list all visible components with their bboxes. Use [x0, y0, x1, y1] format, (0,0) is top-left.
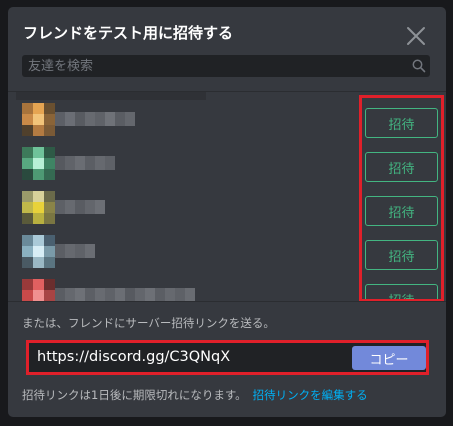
avatar-pixel — [44, 202, 55, 213]
friend-list[interactable]: 招待 招待 招待 招待 招待 — [8, 91, 446, 301]
avatar-pixel — [44, 147, 55, 158]
avatar-pixel — [44, 279, 55, 290]
avatar-pixel — [33, 169, 44, 180]
avatar-pixel — [22, 191, 33, 202]
divider — [8, 301, 446, 302]
avatar-pixel — [33, 246, 44, 257]
avatar-pixel — [33, 290, 44, 301]
avatar-pixel — [33, 114, 44, 125]
avatar-pixel — [22, 158, 33, 169]
avatar-pixel — [33, 235, 44, 246]
avatar-pixel — [33, 147, 44, 158]
avatar-pixel — [44, 235, 55, 246]
avatar-pixel — [33, 213, 44, 224]
close-icon[interactable] — [405, 25, 427, 47]
avatar-pixel — [44, 103, 55, 114]
avatar-pixel — [33, 202, 44, 213]
avatar-pixel — [44, 114, 55, 125]
friend-name-blurred — [55, 244, 95, 258]
avatar-pixel — [22, 114, 33, 125]
avatar-pixel — [44, 246, 55, 257]
invite-button[interactable]: 招待 — [365, 152, 438, 182]
avatar-pixel — [33, 279, 44, 290]
avatar-pixel — [44, 169, 55, 180]
avatar-pixel — [22, 103, 33, 114]
avatar-pixel — [33, 125, 44, 136]
avatar-pixel — [44, 158, 55, 169]
friend-name-blurred — [55, 288, 195, 301]
avatar-pixel — [22, 246, 33, 257]
invite-button[interactable]: 招待 — [365, 240, 438, 270]
expiry-text: 招待リンクは1日後に期限切れになります。 — [22, 388, 247, 402]
avatar — [22, 235, 55, 268]
invite-link-caption: または、フレンドにサーバー招待リンクを送る。 — [22, 316, 275, 330]
avatar-pixel — [22, 147, 33, 158]
avatar-pixel — [33, 191, 44, 202]
friend-search-box[interactable] — [22, 55, 430, 77]
avatar — [22, 191, 55, 224]
list-scroll-shade — [16, 92, 206, 100]
friend-name-blurred — [55, 200, 105, 214]
avatar — [22, 103, 55, 136]
friend-name-blurred — [55, 112, 135, 126]
invite-friends-modal: フレンドをテスト用に招待する 招待 招待 — [8, 7, 446, 417]
avatar-pixel — [22, 125, 33, 136]
friend-search-input[interactable] — [28, 55, 408, 77]
invite-button[interactable]: 招待 — [365, 196, 438, 226]
invite-link-field[interactable]: https://discord.gg/C3QNqX コピー — [26, 340, 429, 375]
avatar-pixel — [44, 125, 55, 136]
avatar-pixel — [33, 103, 44, 114]
expiry-note: 招待リンクは1日後に期限切れになります。 招待リンクを編集する — [22, 387, 368, 403]
search-icon — [412, 59, 426, 73]
friend-name-blurred — [55, 156, 115, 170]
avatar-pixel — [33, 158, 44, 169]
edit-invite-link[interactable]: 招待リンクを編集する — [253, 388, 368, 402]
avatar — [22, 147, 55, 180]
avatar-pixel — [22, 202, 33, 213]
invite-link-text[interactable]: https://discord.gg/C3QNqX — [37, 349, 230, 365]
avatar — [22, 279, 55, 301]
avatar-pixel — [22, 257, 33, 268]
copy-button[interactable]: コピー — [352, 346, 426, 370]
avatar-pixel — [22, 279, 33, 290]
avatar-pixel — [22, 169, 33, 180]
avatar-pixel — [22, 235, 33, 246]
avatar-pixel — [44, 290, 55, 301]
avatar-pixel — [44, 191, 55, 202]
avatar-pixel — [33, 257, 44, 268]
invite-button[interactable]: 招待 — [365, 284, 438, 301]
avatar-pixel — [44, 257, 55, 268]
modal-title: フレンドをテスト用に招待する — [23, 24, 234, 42]
avatar-pixel — [22, 290, 33, 301]
invite-button[interactable]: 招待 — [365, 108, 438, 138]
avatar-pixel — [22, 213, 33, 224]
avatar-pixel — [44, 213, 55, 224]
